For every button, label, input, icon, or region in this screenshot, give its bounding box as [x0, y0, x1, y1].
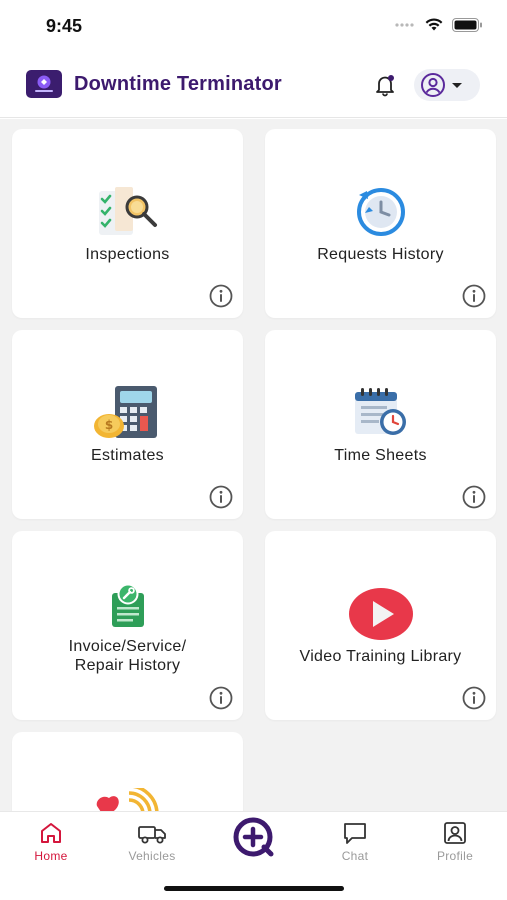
invoice-clipboard-icon: [111, 583, 144, 627]
info-icon[interactable]: [462, 284, 486, 308]
info-icon[interactable]: [462, 485, 486, 509]
bottom-nav: Home Vehicles Chat Profile: [0, 811, 507, 900]
status-time: 9:45: [46, 16, 83, 36]
user-circle-icon: [421, 73, 445, 97]
signal-dots-icon: [395, 22, 414, 27]
nav-label: Vehicles: [128, 849, 176, 863]
nav-label: Home: [34, 849, 68, 863]
svg-text:$: $: [104, 418, 112, 432]
nav-chat[interactable]: Chat: [315, 820, 395, 863]
tile-label: Invoice/Service/ Repair History: [68, 638, 187, 674]
tile-time-sheets[interactable]: Time Sheets: [265, 330, 496, 519]
play-video-icon: [348, 588, 413, 640]
status-bar: 9:45: [0, 0, 507, 54]
info-icon[interactable]: [209, 686, 233, 710]
app-logo-icon: [35, 75, 53, 92]
truck-icon: [138, 826, 166, 844]
tile-estimates[interactable]: $ Estimates: [12, 330, 243, 519]
app-title: Downtime Terminator: [74, 73, 282, 95]
wifi-icon: [425, 18, 443, 31]
tile-label: Video Training Library: [299, 648, 462, 665]
calculator-icon: $: [93, 386, 157, 438]
dashboard-grid: Inspections Requests History $ Estimates: [0, 119, 507, 811]
bell-icon[interactable]: [372, 72, 398, 98]
tile-partial[interactable]: [12, 732, 243, 811]
nav-home[interactable]: Home: [11, 820, 91, 863]
info-icon[interactable]: [209, 485, 233, 509]
tile-video-training-library[interactable]: Video Training Library: [265, 531, 496, 720]
tile-label: Time Sheets: [334, 447, 427, 464]
nav-label: Chat: [341, 849, 369, 863]
status-indicators: [394, 17, 483, 32]
add-circle-icon: [233, 817, 274, 857]
nav-vehicles[interactable]: Vehicles: [112, 820, 192, 863]
tile-invoice-service-repair-history[interactable]: Invoice/Service/ Repair History: [12, 531, 243, 720]
caret-down-icon: [452, 83, 462, 88]
home-icon: [41, 823, 61, 843]
tile-requests-history[interactable]: Requests History: [265, 129, 496, 318]
tile-inspections[interactable]: Inspections: [12, 129, 243, 318]
signal-icon: [96, 788, 159, 811]
home-indicator[interactable]: [164, 886, 344, 891]
history-clock-icon: [356, 188, 405, 236]
profile-menu-button[interactable]: [414, 69, 480, 101]
tile-label: Inspections: [85, 246, 170, 263]
battery-icon: [452, 17, 482, 32]
timesheet-calendar-icon: [354, 388, 406, 435]
nav-add[interactable]: [214, 817, 294, 860]
info-icon[interactable]: [209, 284, 233, 308]
tile-label: Estimates: [91, 447, 164, 464]
tile-label: Requests History: [317, 246, 444, 263]
profile-icon: [444, 822, 466, 844]
app-logo: [26, 70, 62, 98]
info-icon[interactable]: [462, 686, 486, 710]
nav-profile[interactable]: Profile: [415, 820, 495, 863]
chat-icon: [344, 823, 366, 844]
inspection-checklist-icon: [98, 187, 157, 235]
app-header: Downtime Terminator: [0, 54, 507, 118]
nav-label: Profile: [436, 849, 474, 863]
